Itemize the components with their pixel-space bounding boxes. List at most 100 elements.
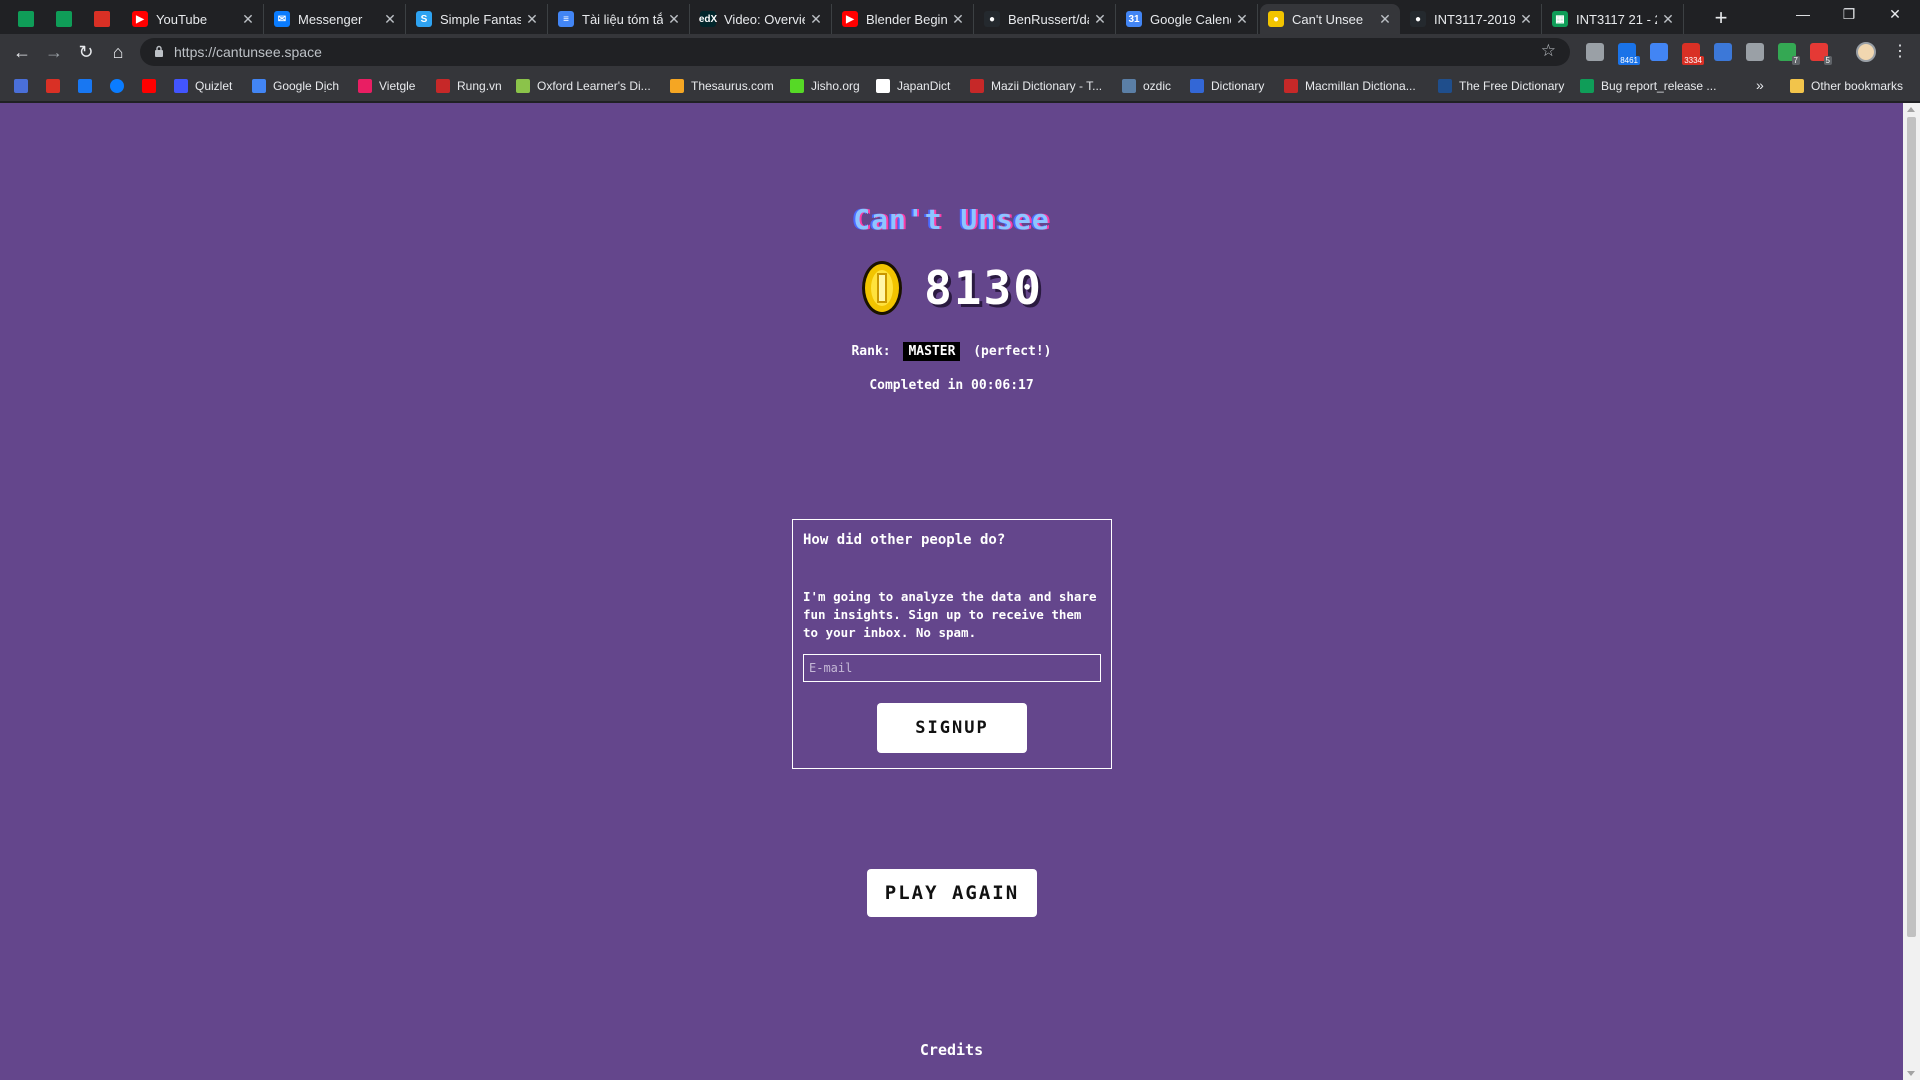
- extension-badge: 3334: [1682, 56, 1704, 65]
- scrollbar-thumb[interactable]: [1907, 117, 1916, 937]
- bookmark-item[interactable]: Macmillan Dictiona...: [1284, 77, 1416, 95]
- restore-button[interactable]: ❐: [1826, 0, 1872, 30]
- tab-close-icon[interactable]: ✕: [1093, 11, 1107, 28]
- email-field[interactable]: [803, 654, 1101, 682]
- coin-icon: [862, 261, 903, 315]
- bookmark-item[interactable]: Jisho.org: [790, 77, 860, 95]
- tab-title: Messenger: [298, 11, 363, 27]
- reload-button[interactable]: ↻: [72, 39, 100, 65]
- back-button[interactable]: ←: [8, 39, 36, 65]
- bookmark-item[interactable]: Thesaurus.com: [670, 77, 774, 95]
- new-tab-button[interactable]: +: [1708, 6, 1734, 32]
- extension-icon[interactable]: 5: [1810, 43, 1832, 65]
- address-bar[interactable]: https://cantunsee.space ☆: [140, 38, 1570, 66]
- bookmark-label: Mazii Dictionary - T...: [991, 79, 1103, 93]
- browser-tab[interactable]: S Simple Fantasy ✕: [408, 4, 548, 34]
- sheets-icon: [56, 11, 72, 27]
- browser-tab[interactable]: edX Video: Overview✕: [692, 4, 832, 34]
- profile-avatar[interactable]: [1856, 42, 1876, 62]
- bookmark-label: Bug report_release ...: [1601, 79, 1717, 93]
- extension-icon[interactable]: [1650, 43, 1668, 61]
- bookmark-item[interactable]: Bug report_release ...: [1580, 77, 1716, 95]
- tab-close-icon[interactable]: ✕: [809, 11, 823, 28]
- messenger-icon[interactable]: [110, 79, 124, 93]
- bookmark-item[interactable]: Vietgle: [358, 77, 415, 95]
- tab-close-icon[interactable]: ✕: [951, 11, 965, 28]
- bookmarks-overflow-chevron[interactable]: »: [1756, 76, 1764, 94]
- home-button[interactable]: ⌂: [104, 39, 132, 65]
- tab-close-icon[interactable]: ✕: [667, 11, 681, 28]
- browser-tab[interactable]: ● INT3117-2019 ✕: [1402, 4, 1542, 34]
- credits-link[interactable]: Credits: [0, 1041, 1903, 1059]
- signup-button[interactable]: SIGNUP: [877, 703, 1027, 753]
- page-scrollbar[interactable]: [1903, 103, 1920, 1080]
- pinned-tab-sheets-2[interactable]: [46, 4, 82, 34]
- pinned-tab-app[interactable]: [84, 4, 120, 34]
- bookmark-item[interactable]: Quizlet: [174, 77, 232, 95]
- score-value: 8130: [924, 261, 1043, 315]
- tab-title: YouTube: [156, 11, 208, 27]
- bookmark-favicon-icon: [1122, 79, 1136, 93]
- bookmark-item[interactable]: Rung.vn: [436, 77, 502, 95]
- bookmark-label: Quizlet: [195, 79, 233, 93]
- browser-tab[interactable]: ▦ INT3117 21 - 2 ✕: [1544, 4, 1684, 34]
- bookmark-label: Vietgle: [379, 79, 416, 93]
- tab-favicon-icon: ≡: [558, 11, 574, 27]
- bookmark-item[interactable]: Google Dịch: [252, 77, 339, 95]
- tab-close-icon[interactable]: ✕: [525, 11, 539, 28]
- close-window-button[interactable]: ✕: [1872, 0, 1918, 30]
- extension-icon[interactable]: 7: [1778, 43, 1800, 65]
- tab-close-icon[interactable]: ✕: [383, 11, 397, 28]
- bookmark-item[interactable]: JapanDict: [876, 77, 950, 95]
- tab-close-icon[interactable]: ✕: [1519, 11, 1533, 28]
- tab-favicon-icon: edX: [699, 11, 717, 27]
- bookmark-favicon-icon: [670, 79, 684, 93]
- browser-tab[interactable]: ≡ Tài liệu tóm tắt ✕: [550, 4, 690, 34]
- facebook-icon[interactable]: [78, 79, 92, 93]
- browser-tab[interactable]: 31 Google Calendar✕: [1118, 4, 1258, 34]
- tab-close-icon[interactable]: ✕: [1378, 11, 1392, 28]
- youtube-icon[interactable]: [142, 79, 156, 93]
- extension-icon[interactable]: 3334: [1682, 43, 1704, 65]
- other-bookmarks[interactable]: Other bookmarks: [1790, 77, 1903, 95]
- extension-icon[interactable]: [1586, 43, 1604, 61]
- tab-close-icon[interactable]: ✕: [1661, 11, 1675, 28]
- forward-button[interactable]: →: [40, 39, 68, 65]
- play-again-button[interactable]: PLAY AGAIN: [867, 869, 1037, 917]
- bookmark-favicon-icon: [1438, 79, 1452, 93]
- gmail-icon[interactable]: [46, 79, 60, 93]
- sheets-icon: [18, 11, 34, 27]
- browser-tab[interactable]: ▶ YouTube ✕: [124, 4, 264, 34]
- tab-favicon-icon: 31: [1126, 11, 1142, 27]
- bookmark-item[interactable]: ozdic: [1122, 77, 1171, 95]
- bookmark-item[interactable]: Mazii Dictionary - T...: [970, 77, 1102, 95]
- bookmarks-bar: Quizlet Google Dịch Vietgle Rung.vn Oxford L…: [0, 70, 1920, 102]
- browser-tab[interactable]: ✉ Messenger ✕: [266, 4, 406, 34]
- bookmark-item[interactable]: The Free Dictionary: [1438, 77, 1564, 95]
- browser-tab[interactable]: ● Can't Unsee ✕: [1260, 4, 1400, 34]
- bookmark-item[interactable]: Dictionary: [1190, 77, 1264, 95]
- browser-tab[interactable]: ● BenRussert/dat ✕: [976, 4, 1116, 34]
- browser-menu-icon[interactable]: ⋮: [1892, 42, 1908, 62]
- extension-icon[interactable]: [1746, 43, 1764, 61]
- tab-close-icon[interactable]: ✕: [241, 11, 255, 28]
- pinned-tab-sheets-1[interactable]: [8, 4, 44, 34]
- tab-title: BenRussert/dat: [1008, 11, 1089, 27]
- tab-close-icon[interactable]: ✕: [1235, 11, 1249, 28]
- score-row: 8130: [0, 259, 1903, 317]
- tab-favicon-icon: ▶: [132, 11, 148, 27]
- bookmark-item[interactable]: Oxford Learner's Di...: [516, 77, 651, 95]
- extension-icon[interactable]: [1714, 43, 1732, 61]
- bookmark-favicon-icon: [1580, 79, 1594, 93]
- tab-favicon-icon: ●: [984, 11, 1000, 27]
- browser-tab[interactable]: ▶ Blender Beginner✕: [834, 4, 974, 34]
- scroll-down-arrow[interactable]: [1907, 1071, 1915, 1076]
- tab-favicon-icon: ▶: [842, 11, 858, 27]
- minimize-button[interactable]: —: [1780, 0, 1826, 30]
- scroll-up-arrow[interactable]: [1907, 107, 1915, 112]
- page-viewport: Can't Unsee 8130 Rank: MASTER (perfect!)…: [0, 103, 1903, 1080]
- extension-icon[interactable]: 8461: [1618, 43, 1640, 65]
- bookmark-favicon-icon: [516, 79, 530, 93]
- mail-icon[interactable]: [14, 79, 28, 93]
- bookmark-star-icon[interactable]: ☆: [1541, 41, 1556, 61]
